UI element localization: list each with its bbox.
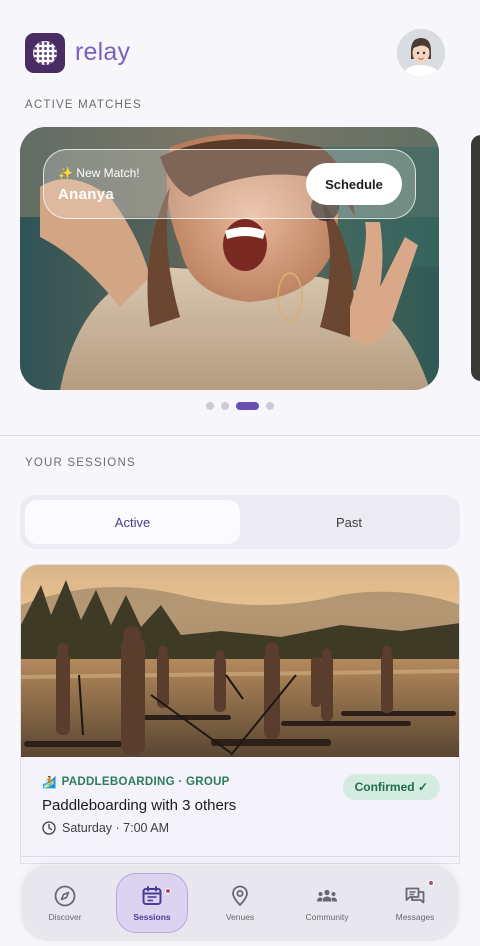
map-pin-icon <box>232 885 248 906</box>
nav-community[interactable]: Community <box>291 873 363 933</box>
bottom-nav: Discover Sessions Venues Community Messa… <box>21 865 459 941</box>
session-photo <box>21 565 459 757</box>
calendar-icon <box>142 886 162 905</box>
session-card[interactable]: 🏄 PADDLEBOARDING · GROUP Confirmed ✓ Pad… <box>20 564 460 864</box>
nav-venues[interactable]: Venues <box>204 873 276 933</box>
carousel-dot[interactable] <box>221 402 229 410</box>
next-match-card-peek[interactable] <box>471 135 480 381</box>
match-name: Ananya <box>58 186 114 203</box>
carousel-dot[interactable] <box>266 402 274 410</box>
active-matches-heading: ACTIVE MATCHES <box>25 99 142 111</box>
notification-dot <box>165 888 171 894</box>
chat-icon <box>405 887 425 904</box>
card-divider <box>21 856 459 857</box>
nav-messages[interactable]: Messages <box>379 873 451 933</box>
session-category-label: PADDLEBOARDING · GROUP <box>61 776 230 788</box>
carousel-pagination <box>206 402 274 410</box>
nav-sessions[interactable]: Sessions <box>116 873 188 933</box>
session-time: Saturday · 7:00 AM <box>42 821 169 835</box>
profile-avatar[interactable] <box>397 29 445 77</box>
nav-label: Messages <box>395 912 435 922</box>
session-details: 🏄 PADDLEBOARDING · GROUP Confirmed ✓ Pad… <box>21 757 459 863</box>
tab-past[interactable]: Past <box>242 500 456 544</box>
section-divider <box>0 435 480 436</box>
carousel-dot[interactable] <box>206 402 214 410</box>
new-match-banner: ✨ New Match! Ananya Schedule <box>43 149 416 219</box>
avatar-illustration <box>397 29 445 77</box>
match-card[interactable]: ✨ New Match! Ananya Schedule <box>20 127 439 390</box>
app-header: relay <box>0 0 480 100</box>
nav-label: Venues <box>225 912 255 922</box>
notification-dot <box>428 880 434 886</box>
schedule-button[interactable]: Schedule <box>306 163 402 205</box>
new-match-label: ✨ New Match! <box>58 166 140 180</box>
surfing-icon: 🏄 <box>42 777 57 789</box>
carousel-dot-active[interactable] <box>236 402 259 410</box>
status-badge: Confirmed ✓ <box>342 774 440 800</box>
compass-icon <box>54 885 76 907</box>
app-logo[interactable] <box>25 33 65 73</box>
tab-active[interactable]: Active <box>25 500 240 544</box>
session-time-label: Saturday · 7:00 AM <box>62 821 170 835</box>
golf-ball-icon <box>33 41 57 65</box>
session-tabs: Active Past <box>20 495 460 549</box>
session-category: 🏄 PADDLEBOARDING · GROUP <box>42 775 230 789</box>
nav-label: Discover <box>48 912 82 922</box>
your-sessions-heading: YOUR SESSIONS <box>25 457 136 469</box>
session-title: Paddleboarding with 3 others <box>42 797 237 814</box>
nav-label: Community <box>305 912 349 922</box>
nav-label: Sessions <box>133 912 171 922</box>
nav-discover[interactable]: Discover <box>29 873 101 933</box>
app-name: relay <box>75 38 131 66</box>
people-icon <box>317 889 337 902</box>
clock-icon <box>42 821 56 835</box>
